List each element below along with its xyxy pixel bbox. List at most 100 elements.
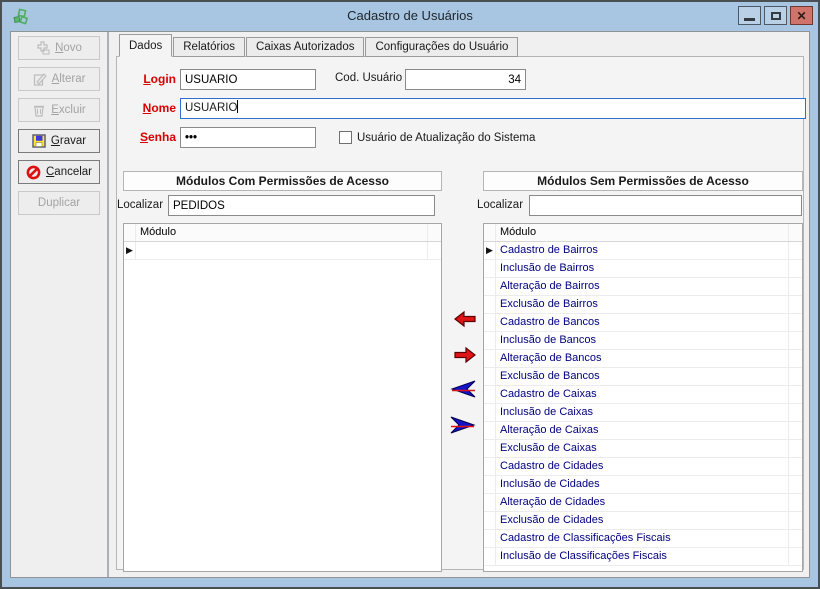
tabpage-dados: Login Cod. Usuário Nome USUARIO Senha Us… — [116, 56, 804, 570]
tab-relatorios[interactable]: Relatórios — [173, 37, 245, 57]
tab-caixas-autorizados[interactable]: Caixas Autorizados — [246, 37, 364, 57]
novo-button[interactable]: Novo — [18, 36, 100, 60]
table-row[interactable]: Inclusão de Bancos — [484, 332, 802, 350]
cod-usuario-input[interactable] — [405, 69, 526, 90]
nome-input[interactable]: USUARIO — [180, 98, 806, 119]
app-window: Cadastro de Usuários ✕ Novo Alterar — [0, 0, 820, 589]
module-cell: Cadastro de Cidades — [496, 458, 789, 475]
titlebar: Cadastro de Usuários ✕ — [2, 2, 818, 30]
gravar-button[interactable]: Gravar — [18, 129, 100, 153]
table-row[interactable]: Exclusão de Bancos — [484, 368, 802, 386]
module-column-header: Módulo — [136, 224, 428, 241]
excluir-button[interactable]: Excluir — [18, 98, 100, 122]
cod-usuario-label: Cod. Usuário — [335, 72, 402, 84]
table-row[interactable]: Cadastro de Bancos — [484, 314, 802, 332]
blue-right-arrow-icon — [449, 415, 477, 435]
module-cell: Cadastro de Bairros — [496, 242, 789, 259]
update-user-checkbox-label: Usuário de Atualização do Sistema — [357, 132, 535, 144]
module-cell: Inclusão de Bancos — [496, 332, 789, 349]
novo-label: Novo — [55, 42, 82, 54]
module-cell: Exclusão de Bancos — [496, 368, 789, 385]
app-body: Novo Alterar Excluir — [10, 31, 810, 578]
row-current-marker — [484, 530, 496, 547]
duplicar-button[interactable]: Duplicar — [18, 191, 100, 215]
grid-header-row: Módulo — [484, 224, 802, 242]
move-all-right-button[interactable] — [449, 415, 477, 437]
row-current-marker — [484, 368, 496, 385]
login-label: Login — [119, 72, 176, 86]
new-record-icon — [36, 41, 50, 55]
update-user-checkbox[interactable] — [339, 131, 352, 144]
table-row[interactable]: Inclusão de Classificações Fiscais — [484, 548, 802, 566]
table-row[interactable]: Exclusão de Caixas — [484, 440, 802, 458]
window-title: Cadastro de Usuários — [2, 8, 818, 23]
row-current-marker — [484, 512, 496, 529]
tabbar: Dados Relatórios Caixas Autorizados Conf… — [119, 34, 519, 57]
save-icon — [32, 134, 46, 148]
modules-with-access-grid: Módulo ▶ — [123, 223, 442, 572]
module-cell: Alteração de Bairros — [496, 278, 789, 295]
delete-icon — [32, 103, 46, 117]
login-input[interactable] — [180, 69, 316, 90]
duplicar-label: Duplicar — [38, 197, 80, 209]
table-row[interactable]: Inclusão de Caixas — [484, 404, 802, 422]
table-row[interactable]: Alteração de Cidades — [484, 494, 802, 512]
minimize-button[interactable] — [738, 6, 761, 25]
table-row[interactable]: Alteração de Bancos — [484, 350, 802, 368]
module-cell: Cadastro de Classificações Fiscais — [496, 530, 789, 547]
row-current-marker — [484, 350, 496, 367]
module-cell: Inclusão de Classificações Fiscais — [496, 548, 789, 565]
modules-without-access-grid: Módulo ▶ Cadastro de Bairros — [483, 223, 803, 572]
table-row[interactable]: Cadastro de Cidades — [484, 458, 802, 476]
table-row[interactable]: Alteração de Caixas — [484, 422, 802, 440]
localizar-right-label: Localizar — [477, 199, 523, 211]
table-row[interactable]: Cadastro de Caixas — [484, 386, 802, 404]
localizar-right-input[interactable] — [529, 195, 802, 216]
row-current-marker — [484, 260, 496, 277]
module-cell: Alteração de Caixas — [496, 422, 789, 439]
table-row[interactable]: Exclusão de Cidades — [484, 512, 802, 530]
row-current-marker: ▶ — [484, 242, 496, 259]
table-row[interactable]: ▶ Cadastro de Bairros — [484, 242, 802, 260]
table-row[interactable]: Inclusão de Cidades — [484, 476, 802, 494]
main-area: Dados Relatórios Caixas Autorizados Conf… — [111, 32, 809, 577]
edit-icon — [33, 72, 47, 86]
table-row[interactable]: Exclusão de Bairros — [484, 296, 802, 314]
module-cell: Exclusão de Bairros — [496, 296, 789, 313]
module-cell: Inclusão de Cidades — [496, 476, 789, 493]
row-current-marker: ▶ — [124, 242, 136, 259]
row-current-marker — [484, 548, 496, 565]
row-current-marker — [484, 404, 496, 421]
maximize-button[interactable] — [764, 6, 787, 25]
senha-input[interactable] — [180, 127, 316, 148]
tab-dados[interactable]: Dados — [119, 34, 172, 57]
grid-body-left: ▶ — [124, 242, 441, 260]
table-row[interactable]: Alteração de Bairros — [484, 278, 802, 296]
module-cell — [136, 242, 428, 259]
red-right-arrow-icon — [453, 346, 477, 364]
alterar-button[interactable]: Alterar — [18, 67, 100, 91]
senha-label: Senha — [119, 130, 176, 144]
move-one-left-button[interactable] — [451, 309, 479, 331]
minimize-icon — [744, 18, 755, 21]
nome-label: Nome — [119, 101, 176, 115]
row-current-marker — [484, 458, 496, 475]
row-current-marker — [484, 278, 496, 295]
localizar-left-input[interactable] — [168, 195, 435, 216]
row-indicator-header — [484, 224, 496, 241]
close-button[interactable]: ✕ — [790, 6, 813, 25]
tab-configuracoes-usuario[interactable]: Configurações do Usuário — [365, 37, 518, 57]
table-row[interactable]: ▶ — [124, 242, 441, 260]
move-all-left-button[interactable] — [449, 379, 477, 401]
table-row[interactable]: Inclusão de Bairros — [484, 260, 802, 278]
modules-without-access-title: Módulos Sem Permissões de Acesso — [483, 171, 803, 191]
table-row[interactable]: Cadastro de Classificações Fiscais — [484, 530, 802, 548]
module-cell: Alteração de Bancos — [496, 350, 789, 367]
row-current-marker — [484, 386, 496, 403]
module-cell: Cadastro de Bancos — [496, 314, 789, 331]
module-column-header: Módulo — [496, 224, 789, 241]
alterar-label: Alterar — [52, 73, 86, 85]
module-cell: Inclusão de Caixas — [496, 404, 789, 421]
cancelar-button[interactable]: Cancelar — [18, 160, 100, 184]
move-one-right-button[interactable] — [451, 345, 479, 367]
